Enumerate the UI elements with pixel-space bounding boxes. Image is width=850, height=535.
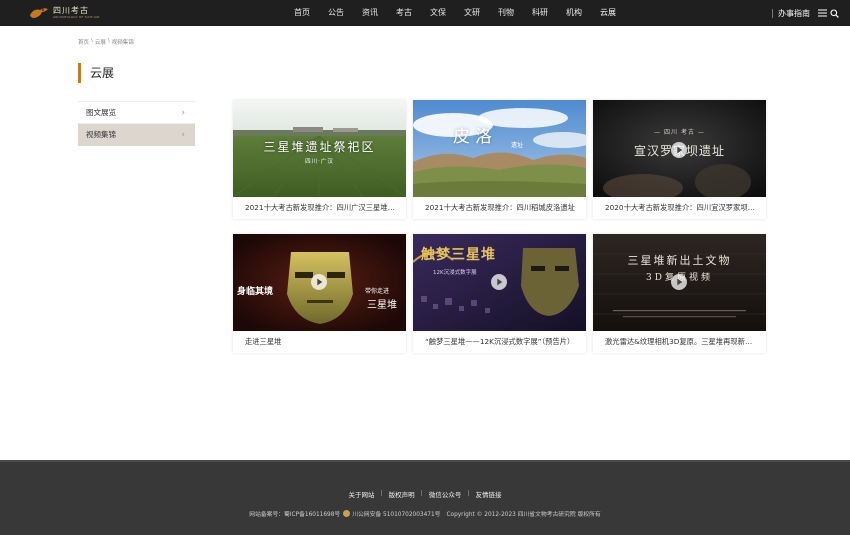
video-thumbnail: 皮洛 遗址 — [413, 100, 586, 197]
thumbnail-subtitle: 遗址 — [511, 142, 524, 149]
video-caption: 2020十大考古新发现推介：四川宜汉罗家坝遗址 — [605, 203, 763, 212]
sidebar-item-video-collection[interactable]: 视频集锦 › — [78, 124, 195, 146]
nav-item-science[interactable]: 科研 — [532, 0, 548, 26]
video-card[interactable]: 触梦三星堆 12K沉浸式数字展 “触梦三星堆——12K沉浸式数字展”（预告片） — [413, 234, 586, 353]
play-icon[interactable] — [491, 274, 507, 290]
nav-item-home[interactable]: 首页 — [294, 0, 310, 26]
video-card[interactable]: 皮洛 遗址 2021十大考古新发现推介：四川稻城皮洛遗址 — [413, 100, 586, 219]
thumbnail-title: 皮洛 — [453, 127, 497, 147]
video-thumbnail: 三星堆遗址祭祀区 四川·广汉 — [233, 100, 406, 197]
nav-item-research[interactable]: 文研 — [464, 0, 480, 26]
nav-item-institutions[interactable]: 机构 — [566, 0, 582, 26]
nav-item-news[interactable]: 资讯 — [362, 0, 378, 26]
main-nav: 首页 公告 资讯 考古 文保 文研 刊物 科研 机构 云展 — [294, 0, 634, 26]
thumbnail-title: 三星堆新出土文物 — [627, 254, 732, 267]
video-caption: 走进三星堆 — [245, 337, 282, 346]
service-guide-link[interactable]: 办事指南 — [778, 8, 810, 19]
thumbnail-subtitle: 带你走进 — [365, 288, 390, 295]
thumbnail-subtitle: 12K沉浸式数字展 — [433, 270, 477, 276]
copyright-text: Copyright © 2012-2023 四川省文物考古研究院 版权所有 — [446, 512, 601, 518]
breadcrumb-separator: \ — [91, 38, 93, 44]
menu-icon[interactable] — [816, 7, 828, 19]
video-thumbnail: 触梦三星堆 12K沉浸式数字展 — [413, 234, 586, 331]
nav-item-announcements[interactable]: 公告 — [328, 0, 344, 26]
footer-separator: | — [420, 489, 423, 497]
video-caption: 激光雷达&纹理相机3D复原。三星堆再现新出土文物 — [605, 337, 766, 346]
thumbnail-subtitle: 身临其境 — [237, 287, 274, 297]
breadcrumb: 首页 \ 云展 \ 视频集锦 — [78, 38, 134, 46]
police-record[interactable]: 川公网安备 51010702003471号 — [352, 509, 440, 518]
video-card[interactable]: — 四川 考古 — 宣汉罗家坝遗址 2020十大考古新发现推介：四川宜汉罗家坝遗… — [593, 100, 766, 219]
search-icon[interactable] — [828, 7, 840, 19]
thumbnail-subtitle: — 四川 考古 — — [654, 129, 705, 136]
thumbnail-subtitle: 四川·广汉 — [305, 159, 334, 165]
nav-item-publications[interactable]: 刊物 — [498, 0, 514, 26]
sidebar-item-photo-exhibitions[interactable]: 图文展览 › — [78, 102, 195, 124]
site-logo[interactable]: 四川考古 ARCHAEOLOGY OF SICHUAN — [28, 4, 100, 22]
police-badge-icon — [343, 510, 351, 517]
footer: 关于网站 | 版权声明 | 微信公众号 | 友情链接 网站备案号：蜀ICP备16… — [0, 460, 850, 535]
video-card[interactable]: 三星堆遗址祭祀区 四川·广汉 2021十大考古新发现推介：四川广汉三星堆遗址祭祀… — [233, 100, 406, 219]
video-card[interactable]: 身临其境 带你走进 三星堆 走进三星堆 — [233, 234, 406, 353]
breadcrumb-home[interactable]: 首页 — [78, 38, 89, 46]
breadcrumb-video-collection[interactable]: 视频集锦 — [112, 38, 134, 46]
icp-record[interactable]: 网站备案号：蜀ICP备16011698号 — [249, 509, 340, 518]
thumbnail-title: 触梦三星堆 — [421, 247, 496, 263]
footer-separator: | — [380, 489, 383, 497]
logo-bird-icon — [30, 8, 48, 18]
nav-item-conservation[interactable]: 文保 — [430, 0, 446, 26]
header-tools: 办事指南 — [772, 0, 840, 26]
video-thumbnail: 身临其境 带你走进 三星堆 — [233, 234, 406, 331]
play-icon[interactable] — [671, 274, 687, 290]
thumbnail-title: 三星堆 — [367, 300, 397, 311]
footer-link-copyright[interactable]: 版权声明 — [389, 489, 415, 499]
breadcrumb-cloud-exhibition[interactable]: 云展 — [95, 38, 106, 46]
logo-text: 四川考古 — [53, 6, 89, 15]
video-caption: 2021十大考古新发现推介：四川稻城皮洛遗址 — [425, 203, 575, 212]
header-divider — [772, 8, 773, 18]
chevron-right-icon: › — [181, 107, 185, 118]
page-title: 云展 — [78, 63, 114, 83]
footer-links: 关于网站 | 版权声明 | 微信公众号 | 友情链接 — [0, 489, 850, 499]
footer-link-about[interactable]: 关于网站 — [348, 489, 374, 499]
nav-item-archaeology[interactable]: 考古 — [396, 0, 412, 26]
video-thumbnail: 三星堆新出土文物 3D复原视频 — [593, 234, 766, 331]
video-caption: 2021十大考古新发现推介：四川广汉三星堆遗址祭祀区 — [245, 203, 406, 212]
logo-subtext: ARCHAEOLOGY OF SICHUAN — [53, 15, 100, 19]
video-thumbnail: — 四川 考古 — 宣汉罗家坝遗址 — [593, 100, 766, 197]
play-icon[interactable] — [671, 142, 687, 158]
thumbnail-title: 三星堆遗址祭祀区 — [263, 140, 376, 154]
breadcrumb-separator: \ — [107, 38, 110, 44]
video-card[interactable]: 三星堆新出土文物 3D复原视频 激光雷达&纹理相机3D复原。三星堆再现新出土文物 — [593, 234, 766, 353]
sidebar-item-label: 图文展览 — [86, 108, 116, 117]
footer-separator: | — [467, 489, 470, 497]
footer-link-friends[interactable]: 友情链接 — [476, 489, 502, 499]
footer-link-wechat[interactable]: 微信公众号 — [429, 489, 462, 499]
top-navigation-bar: 四川考古 ARCHAEOLOGY OF SICHUAN 首页 公告 资讯 考古 … — [0, 0, 850, 26]
sidebar-item-label: 视频集锦 — [86, 130, 116, 139]
play-icon[interactable] — [311, 274, 327, 290]
footer-info: 网站备案号：蜀ICP备16011698号 川公网安备 5101070200347… — [0, 509, 850, 518]
sidebar-nav: 图文展览 › 视频集锦 › — [78, 101, 195, 146]
video-caption: “触梦三星堆——12K沉浸式数字展”（预告片） — [425, 337, 575, 346]
nav-item-cloud-exhibition[interactable]: 云展 — [600, 0, 616, 26]
chevron-right-icon: › — [181, 129, 185, 140]
